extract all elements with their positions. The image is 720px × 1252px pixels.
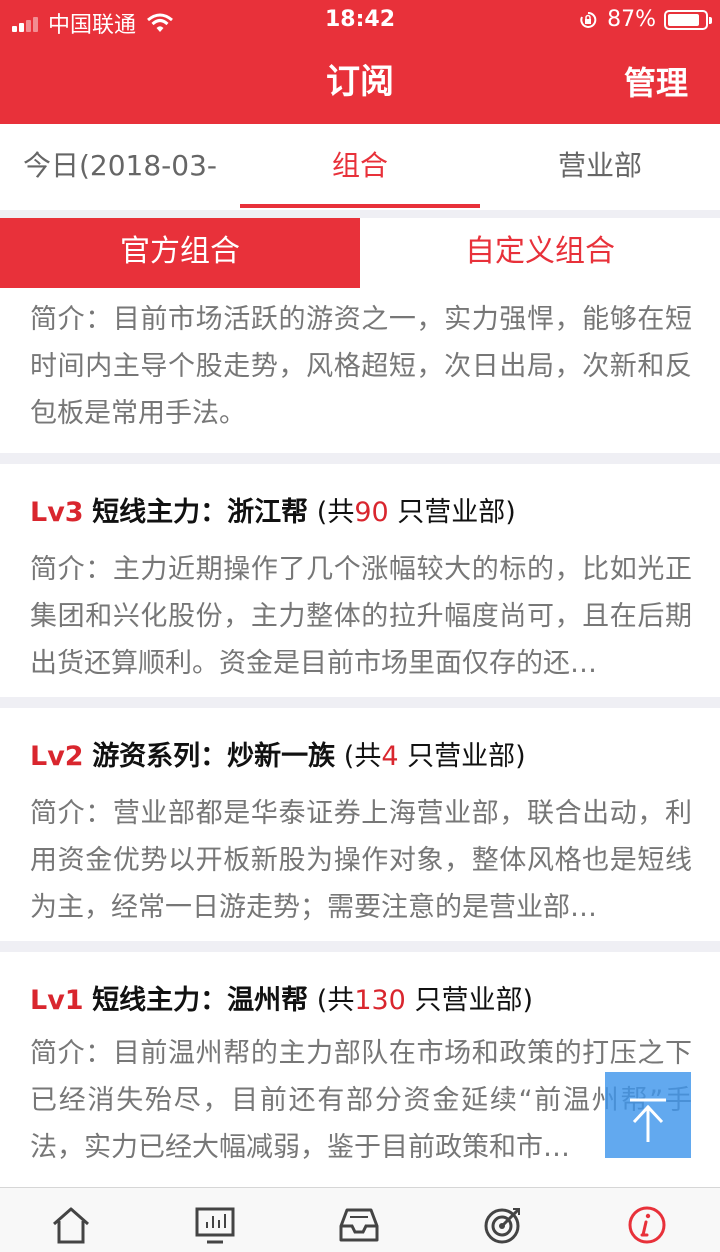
signal-icon: [12, 14, 40, 32]
portfolio-card[interactable]: 简介：目前市场活跃的游资之一，实力强悍，能够在短时间内主导个股走势，风格超短，次…: [0, 288, 720, 453]
branch-count: 90: [354, 497, 389, 528]
tab-branch[interactable]: 营业部: [480, 124, 720, 210]
portfolio-name: 短线主力：温州帮: [92, 985, 309, 1016]
branch-count: 4: [381, 741, 399, 772]
carrier-name: 中国联通: [48, 13, 137, 38]
status-bar: 中国联通 18:42 87%: [0, 0, 720, 40]
active-tab-indicator: [240, 204, 480, 208]
monitor-chart-icon[interactable]: [192, 1202, 238, 1248]
level-badge: Lv1: [30, 985, 84, 1016]
card-title: Lv3 短线主力：浙江帮 (共90 只营业部): [30, 490, 516, 529]
top-tabs: 今日(2018-03-16) 组合 营业部: [0, 124, 720, 266]
count-prefix: (共: [343, 741, 382, 772]
official-portfolio-tab[interactable]: 官方组合: [0, 218, 360, 288]
portfolio-name: 游资系列：炒新一族: [92, 741, 336, 772]
card-description: 简介：目前市场活跃的游资之一，实力强悍，能够在短时间内主导个股走势，风格超短，次…: [30, 304, 692, 429]
portfolio-name: 短线主力：浙江帮: [92, 497, 309, 528]
tab-portfolio[interactable]: 组合: [240, 124, 480, 210]
manage-button[interactable]: 管理: [624, 58, 688, 104]
home-icon[interactable]: [48, 1202, 94, 1248]
inbox-icon[interactable]: [336, 1202, 382, 1248]
portfolio-card[interactable]: Lv3 短线主力：浙江帮 (共90 只营业部) 简介：主力近期操作了几个涨幅较大…: [0, 464, 720, 697]
card-description: 简介：目前温州帮的主力部队在市场和政策的打压之下已经消失殆尽，目前还有部分资金延…: [30, 1038, 692, 1163]
portfolio-type-switch: 官方组合 自定义组合: [0, 218, 720, 288]
status-left: 中国联通: [12, 7, 174, 39]
app-header: 中国联通 18:42 87% 订阅 管理: [0, 0, 720, 124]
custom-portfolio-tab[interactable]: 自定义组合: [360, 218, 720, 288]
wifi-icon: [147, 13, 173, 32]
level-badge: Lv2: [30, 741, 84, 772]
bottom-tab-bar: [0, 1187, 720, 1252]
portfolio-card[interactable]: Lv2 游资系列：炒新一族 (共4 只营业部) 简介：营业部都是华泰证券上海营业…: [0, 708, 720, 941]
card-title: Lv2 游资系列：炒新一族 (共4 只营业部): [30, 734, 526, 773]
page-title: 订阅: [326, 62, 394, 102]
level-badge: Lv3: [30, 497, 84, 528]
battery-percent: 87%: [607, 7, 656, 32]
card-description: 简介：主力近期操作了几个涨幅较大的标的，比如光正集团和兴化股份，主力整体的拉升幅…: [30, 554, 692, 679]
back-to-top-button[interactable]: [605, 1072, 691, 1158]
target-icon[interactable]: [480, 1202, 526, 1248]
count-suffix: 只营业部): [405, 985, 533, 1016]
count-suffix: 只营业部): [388, 497, 516, 528]
card-description: 简介：营业部都是华泰证券上海营业部，联合出动，利用资金优势以开板新股为操作对象，…: [30, 798, 692, 923]
battery-level: [668, 13, 700, 26]
card-title: Lv1 短线主力：温州帮 (共130 只营业部): [30, 978, 533, 1017]
arrow-up-icon: [630, 1098, 666, 1142]
orientation-lock-icon: [580, 11, 597, 28]
count-suffix: 只营业部): [398, 741, 526, 772]
tab-today[interactable]: 今日(2018-03-16): [0, 124, 240, 266]
status-right: 87%: [579, 7, 712, 32]
info-icon[interactable]: [624, 1202, 670, 1248]
count-prefix: (共: [316, 497, 355, 528]
branch-count: 130: [354, 985, 406, 1016]
battery-icon: [664, 9, 712, 30]
count-prefix: (共: [316, 985, 355, 1016]
